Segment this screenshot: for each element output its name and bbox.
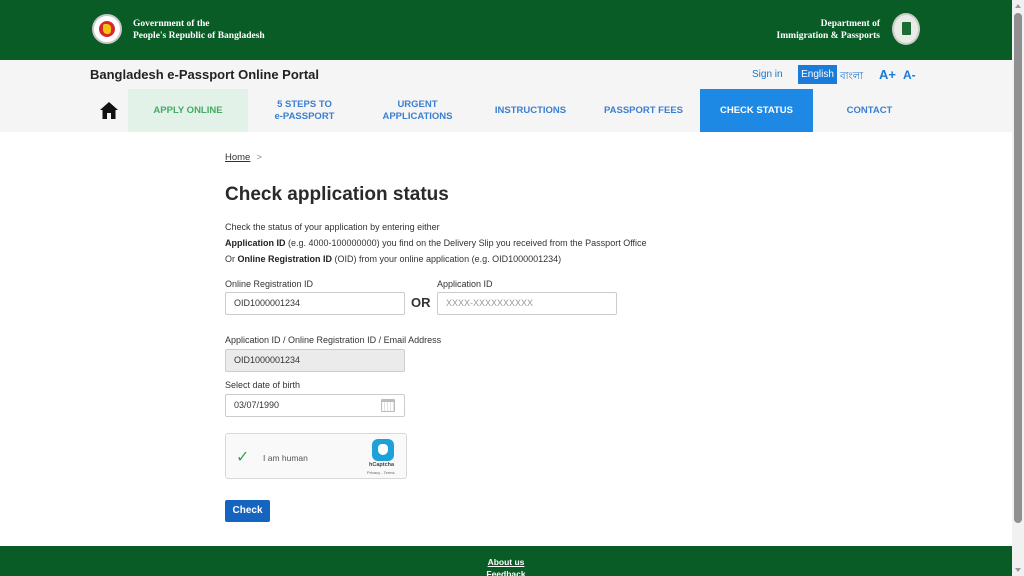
application-id-input[interactable]: XXXX-XXXXXXXXXX [437, 292, 617, 315]
font-decrease-button[interactable]: A- [903, 68, 916, 82]
oid-input[interactable]: OID1000001234 [225, 292, 405, 315]
nav-urgent-applications[interactable]: URGENT APPLICATIONS [361, 89, 474, 132]
nav-apply-online[interactable]: APPLY ONLINE [128, 89, 248, 132]
or-separator: OR [411, 295, 431, 310]
nav-instructions[interactable]: INSTRUCTIONS [474, 89, 587, 132]
bangladesh-emblem-icon [92, 14, 122, 44]
intro-line-1: Check the status of your application by … [225, 222, 440, 232]
nav-home[interactable] [90, 89, 128, 132]
font-increase-button[interactable]: A+ [879, 67, 896, 82]
gov-line-1: Government of the [133, 19, 210, 29]
scroll-down-arrow-icon[interactable] [1015, 568, 1021, 572]
scroll-up-arrow-icon[interactable] [1015, 4, 1021, 8]
breadcrumb-separator: > [256, 152, 262, 163]
nav-passport-fees[interactable]: PASSPORT FEES [587, 89, 700, 132]
sign-in-link[interactable]: Sign in [752, 69, 783, 80]
calendar-icon[interactable] [381, 399, 395, 412]
dob-label: Select date of birth [225, 380, 301, 390]
dept-line-2: Immigration & Passports [776, 31, 880, 41]
hcaptcha-widget[interactable]: ✓ I am human hCaptcha Privacy - Terms [225, 433, 407, 479]
nav-contact[interactable]: CONTACT [813, 89, 926, 132]
combined-id-input[interactable]: OID1000001234 [225, 349, 405, 372]
passport-department-logo-icon [892, 13, 920, 45]
checkmark-icon[interactable]: ✓ [236, 447, 249, 467]
intro-line-3: Or Online Registration ID (OID) from you… [225, 254, 562, 264]
vertical-scrollbar[interactable] [1012, 0, 1024, 576]
instructions-text: Check the status of your application by … [225, 219, 647, 267]
footer: About us Feedback [0, 546, 1012, 576]
department-title: Department of Immigration & Passports [777, 18, 880, 42]
hcaptcha-logo-icon [372, 439, 394, 461]
language-bangla-button[interactable]: বাংলা [840, 69, 863, 86]
portal-title[interactable]: Bangladesh e-Passport Online Portal [90, 67, 319, 82]
page-title: Check application status [225, 184, 449, 205]
top-header-bar: Government of the People's Republic of B… [0, 0, 1012, 60]
feedback-link[interactable]: Feedback [0, 569, 1012, 576]
main-navigation: APPLY ONLINE 5 STEPS TO e-PASSPORT URGENT… [90, 89, 926, 132]
dept-line-1: Department of [820, 19, 880, 29]
dob-value: 03/07/1990 [234, 400, 280, 410]
gov-line-2: People's Republic of Bangladesh [133, 31, 265, 41]
check-button[interactable]: Check [225, 500, 270, 522]
scrollbar-thumb[interactable] [1014, 13, 1022, 523]
combined-id-label: Application ID / Online Registration ID … [225, 335, 442, 345]
hcaptcha-brand: hCaptcha [369, 462, 395, 468]
oid-label: Online Registration ID [225, 279, 314, 289]
home-icon [100, 102, 118, 119]
about-us-link[interactable]: About us [0, 557, 1012, 567]
application-id-label: Application ID [437, 279, 493, 289]
captcha-label: I am human [263, 453, 308, 463]
government-title: Government of the People's Republic of B… [133, 18, 265, 42]
dob-input[interactable]: 03/07/1990 [225, 394, 405, 417]
nav-check-status[interactable]: CHECK STATUS [700, 89, 813, 132]
breadcrumb: Home > [225, 152, 262, 163]
breadcrumb-home-link[interactable]: Home [225, 152, 250, 163]
language-english-button[interactable]: English [798, 65, 837, 84]
hcaptcha-links[interactable]: Privacy - Terms [367, 470, 394, 475]
nav-5-steps[interactable]: 5 STEPS TO e-PASSPORT [248, 89, 361, 132]
intro-line-2: Application ID (e.g. 4000-100000000) you… [225, 238, 647, 248]
